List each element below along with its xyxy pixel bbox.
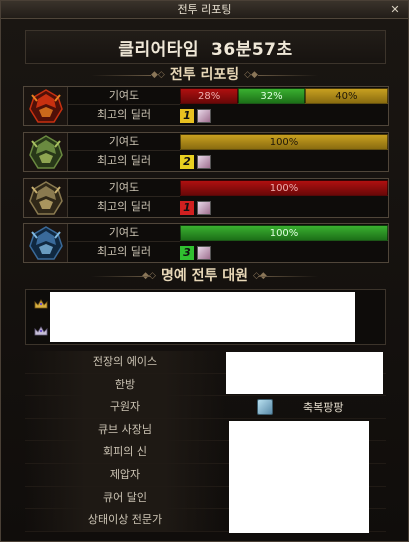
honor-title: ◆◇ 명예 전투 대원 ◇◆ — [1, 265, 408, 287]
award-player-name: 축복팡팡 — [303, 401, 344, 415]
party-panel: 기여도 최고의 딜러 100% 2 — [23, 132, 389, 172]
dealer-rank-badge: 3 — [180, 245, 194, 260]
best-dealer-label: 최고의 딜러 — [96, 108, 152, 121]
dealer-portrait-icon[interactable] — [197, 245, 211, 260]
flame-helmet-icon — [24, 87, 68, 125]
party-panel: 기여도 최고의 딜러 100% 3 — [23, 223, 389, 263]
player-avatar-icon[interactable] — [257, 399, 273, 416]
contribution-segment: 100% — [180, 180, 388, 196]
contribution-segment: 28% — [180, 88, 239, 104]
award-label: 구원자 — [25, 396, 225, 419]
contribution-label: 기여도 — [68, 87, 180, 105]
dealer-portrait-icon[interactable] — [197, 200, 211, 215]
dealer-rank-badge: 2 — [180, 154, 194, 169]
ornament-icon: ◇◆ — [244, 70, 258, 80]
battle-report-title: ◆◇ 전투 리포팅 ◇◆ — [1, 64, 408, 86]
contribution-bar: 100% — [180, 225, 388, 241]
best-dealer: 1 — [180, 199, 211, 216]
best-dealer-label: 최고의 딜러 — [96, 245, 152, 258]
blue-horned-helmet-icon — [24, 224, 68, 262]
contribution-label: 기여도 — [68, 179, 180, 197]
ornament-icon: ◆◇ — [151, 70, 165, 80]
ornament-icon: ◇◆ — [253, 271, 267, 281]
award-label: 전장의 에이스 — [25, 351, 225, 373]
window-title: 전투 리포팅 — [177, 3, 232, 16]
clear-time-value: 36분57초 — [211, 39, 293, 60]
best-dealer-label: 최고의 딜러 — [96, 154, 152, 167]
award-label: 상태이상 전문가 — [25, 509, 225, 532]
award-label: 제압자 — [25, 463, 225, 486]
award-label: 큐어 달인 — [25, 486, 225, 509]
window-titlebar[interactable]: 전투 리포팅 ✕ — [1, 1, 408, 19]
contribution-segment: 40% — [304, 88, 388, 104]
dealer-portrait-icon[interactable] — [197, 154, 211, 169]
award-label: 한방 — [25, 373, 225, 396]
best-dealer-label: 최고의 딜러 — [96, 200, 152, 213]
dealer-rank-badge: 1 — [180, 108, 194, 123]
redacted-honor-names — [50, 292, 355, 342]
dealer-rank-badge: 1 — [180, 200, 194, 215]
party-panel: 기여도 최고의 딜러 100% 1 — [23, 178, 389, 218]
redacted-award-values — [229, 421, 369, 533]
award-label: 회피의 신 — [25, 441, 225, 464]
crown-icon — [34, 326, 48, 336]
party-panel: 기여도 최고의 딜러 28% 32% 40% 1 — [23, 86, 389, 126]
dealer-portrait-icon[interactable] — [197, 108, 211, 123]
contribution-label: 기여도 — [68, 133, 180, 151]
contribution-segment: 100% — [180, 134, 388, 150]
contribution-bar: 100% — [180, 134, 388, 150]
contribution-bar: 100% — [180, 180, 388, 196]
contribution-segment: 32% — [238, 88, 305, 104]
best-dealer: 3 — [180, 244, 211, 261]
battle-report-window: 전투 리포팅 ✕ 클리어타임 36분57초 ◆◇ 전투 리포팅 ◇◆ 기여도 최고의… — [0, 0, 409, 542]
contribution-bar: 28% 32% 40% — [180, 88, 388, 104]
clear-time-header: 클리어타임 36분57초 — [25, 30, 386, 64]
best-dealer: 2 — [180, 153, 211, 170]
crown-icon — [34, 299, 48, 309]
award-row: 구원자 축복팡팡 — [25, 396, 386, 419]
ornament-icon: ◆◇ — [142, 271, 156, 281]
award-value: 축복팡팡 — [245, 396, 385, 418]
green-horned-helmet-icon — [24, 133, 68, 171]
contribution-label: 기여도 — [68, 224, 180, 242]
gold-horned-helmet-icon — [24, 179, 68, 217]
honor-members-box — [25, 289, 386, 345]
redacted-award-values — [226, 352, 383, 394]
award-label: 큐브 사장님 — [25, 418, 225, 441]
contribution-segment: 100% — [180, 225, 388, 241]
clear-time-label: 클리어타임 — [118, 39, 200, 60]
best-dealer: 1 — [180, 107, 211, 124]
close-button[interactable]: ✕ — [387, 2, 403, 18]
